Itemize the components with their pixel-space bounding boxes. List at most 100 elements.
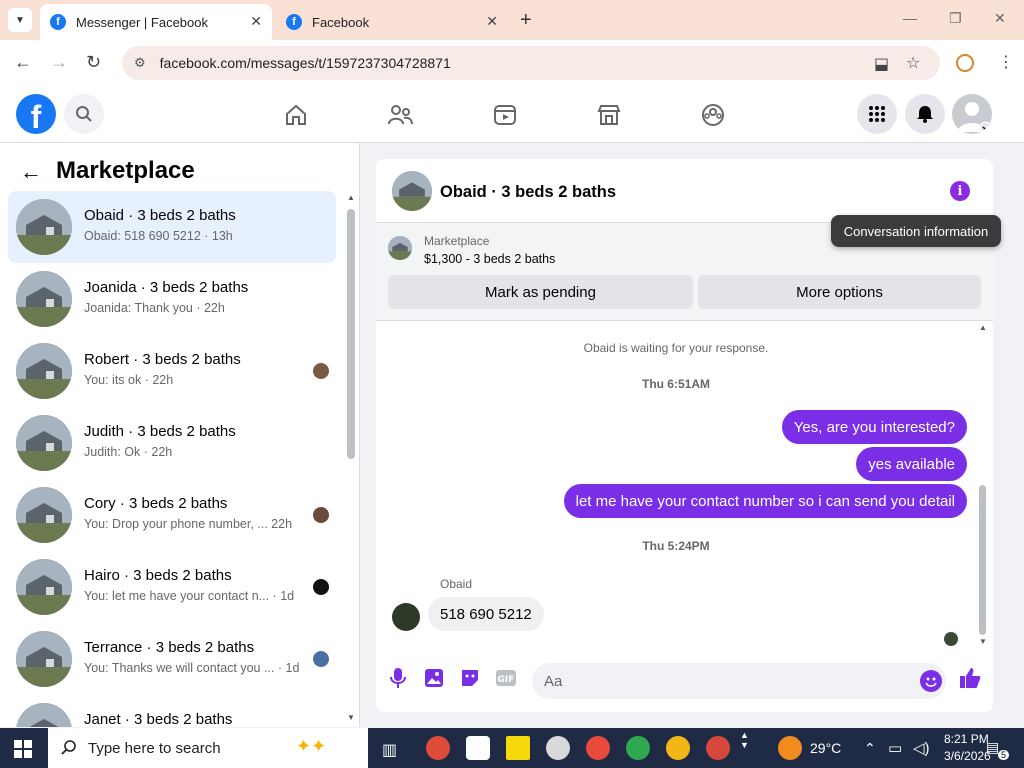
window-close-icon[interactable]: ✕ bbox=[994, 10, 1006, 27]
search-icon[interactable] bbox=[64, 94, 104, 134]
message-composer: GIF Aa bbox=[376, 654, 993, 712]
mark-as-pending-button[interactable]: Mark as pending bbox=[388, 275, 693, 309]
chrome-profile-app-icon[interactable] bbox=[586, 736, 610, 760]
minimize-icon[interactable]: — bbox=[903, 10, 917, 26]
home-icon[interactable] bbox=[281, 100, 311, 130]
taskbar-search-box[interactable]: Type here to search ✦✦ bbox=[48, 728, 368, 768]
conversation-preview: Joanida: Thank you · 22h bbox=[84, 301, 225, 315]
conversation-item-hairo[interactable]: Hairo · 3 beds 2 baths You: let me have … bbox=[8, 551, 336, 623]
hidden-icons-chevron-icon[interactable]: ⌃ bbox=[864, 740, 876, 757]
chat-title[interactable]: Obaid · 3 beds 2 baths bbox=[440, 183, 616, 202]
browser-profile-icon[interactable] bbox=[956, 54, 974, 72]
menu-grid-icon[interactable] bbox=[857, 94, 897, 134]
outgoing-message[interactable]: let me have your contact number so i can… bbox=[563, 484, 967, 518]
chat-scrollbar[interactable] bbox=[979, 485, 986, 635]
network-icon[interactable]: ▭ bbox=[888, 739, 902, 757]
clock-time[interactable]: 8:21 PM bbox=[944, 732, 989, 746]
notifications-bell-icon[interactable] bbox=[905, 94, 945, 134]
outgoing-message[interactable]: yes available bbox=[856, 447, 967, 481]
pane-title: Marketplace bbox=[56, 157, 195, 184]
conversation-item-cory[interactable]: Cory · 3 beds 2 baths You: Drop your pho… bbox=[8, 479, 336, 551]
conversation-name: Joanida · 3 beds 2 baths bbox=[84, 279, 249, 296]
close-icon[interactable]: ✕ bbox=[250, 13, 262, 30]
task-view-icon[interactable]: ▥ bbox=[382, 740, 397, 760]
tab-messenger[interactable]: f Messenger | Facebook ✕ bbox=[40, 4, 272, 40]
address-bar[interactable]: ⚙ facebook.com/messages/t/15972373047288… bbox=[122, 46, 940, 80]
sticker-icon[interactable] bbox=[458, 666, 482, 690]
weather-temperature[interactable]: 29°C bbox=[810, 740, 841, 756]
more-options-button[interactable]: More options bbox=[698, 275, 981, 309]
emoji-icon[interactable] bbox=[920, 670, 942, 692]
windows-taskbar: Type here to search ✦✦ ▥ ▲ ▼ 29°C ⌃ ▭ ◁) … bbox=[0, 728, 1024, 768]
volume-icon[interactable]: ◁) bbox=[913, 739, 930, 757]
back-icon[interactable]: ← bbox=[14, 52, 32, 73]
listing-thumbnail bbox=[16, 703, 72, 727]
photo-icon[interactable] bbox=[422, 666, 446, 690]
scroll-up-arrow-icon[interactable]: ▲ bbox=[979, 323, 987, 332]
chrome-profile-app-icon[interactable] bbox=[626, 736, 650, 760]
conversation-scrollbar[interactable] bbox=[347, 209, 355, 459]
info-icon[interactable]: i bbox=[950, 181, 970, 201]
conversation-item-obaid[interactable]: Obaid · 3 beds 2 baths Obaid: 518 690 52… bbox=[8, 191, 336, 263]
new-tab-button[interactable]: + bbox=[520, 10, 532, 30]
read-receipt-avatar bbox=[944, 632, 958, 646]
browser-menu-icon[interactable]: ⋮ bbox=[998, 52, 1014, 72]
conversation-item-judith[interactable]: Judith · 3 beds 2 baths Judith: Ok · 22h bbox=[8, 407, 336, 479]
forward-icon[interactable]: → bbox=[50, 52, 68, 73]
chrome-profile-app-icon[interactable] bbox=[666, 736, 690, 760]
listing-thumbnail bbox=[16, 487, 72, 543]
conversation-preview: You: its ok · 22h bbox=[84, 373, 174, 387]
conversation-name: Terrance · 3 beds 2 baths bbox=[84, 639, 255, 656]
chrome-app-icon[interactable] bbox=[426, 736, 450, 760]
account-avatar[interactable] bbox=[952, 94, 992, 134]
reload-icon[interactable]: ↻ bbox=[86, 52, 101, 73]
taskbar-overflow-icon[interactable]: ▲ ▼ bbox=[740, 730, 749, 750]
conversation-item-robert[interactable]: Robert · 3 beds 2 baths You: its ok · 22… bbox=[8, 335, 336, 407]
close-icon[interactable]: ✕ bbox=[486, 13, 498, 30]
listing-price-title[interactable]: $1,300 - 3 beds 2 baths bbox=[424, 252, 555, 266]
timestamp-divider: Thu 6:51AM bbox=[641, 377, 710, 391]
sticky-notes-app-icon[interactable] bbox=[506, 736, 530, 760]
windows-start-icon[interactable] bbox=[14, 740, 32, 758]
friends-icon[interactable] bbox=[385, 100, 415, 130]
conversation-name: Cory · 3 beds 2 baths bbox=[84, 495, 228, 512]
marketplace-icon[interactable] bbox=[594, 100, 624, 130]
like-thumb-icon[interactable] bbox=[958, 666, 982, 690]
incoming-message[interactable]: 518 690 5212 bbox=[428, 597, 544, 631]
url-text: facebook.com/messages/t/1597237304728871 bbox=[159, 55, 451, 71]
outgoing-message[interactable]: Yes, are you interested? bbox=[781, 410, 967, 444]
browser-toolbar: ← → ↻ ⚙ facebook.com/messages/t/15972373… bbox=[0, 40, 1024, 86]
listing-thumbnail bbox=[16, 271, 72, 327]
install-app-icon[interactable]: ⬓ bbox=[874, 54, 889, 74]
groups-icon[interactable] bbox=[698, 100, 728, 130]
sender-avatar[interactable] bbox=[392, 603, 420, 631]
facebook-logo-icon[interactable]: f bbox=[16, 94, 56, 134]
facebook-favicon-icon: f bbox=[286, 14, 302, 30]
snipping-tool-app-icon[interactable] bbox=[546, 736, 570, 760]
tab-facebook[interactable]: f Facebook ✕ bbox=[276, 4, 508, 40]
conversation-name: Janet · 3 beds 2 baths bbox=[84, 711, 233, 727]
chrome-profile-app-icon[interactable] bbox=[706, 736, 730, 760]
microphone-icon[interactable] bbox=[386, 666, 410, 690]
conversation-item-janet[interactable]: Janet · 3 beds 2 baths bbox=[8, 695, 336, 727]
clock-date[interactable]: 3/6/2026 bbox=[944, 749, 991, 763]
conversation-item-terrance[interactable]: Terrance · 3 beds 2 baths You: Thanks we… bbox=[8, 623, 336, 695]
chat-header: Obaid · 3 beds 2 baths i bbox=[376, 159, 993, 223]
seen-avatar bbox=[313, 579, 329, 595]
tab-search-button[interactable]: ▼ bbox=[8, 8, 32, 32]
capcut-app-icon[interactable] bbox=[466, 736, 490, 760]
bookmark-star-icon[interactable]: ☆ bbox=[906, 53, 920, 73]
scroll-down-arrow-icon[interactable]: ▼ bbox=[347, 713, 355, 722]
gif-icon[interactable]: GIF bbox=[494, 666, 518, 690]
back-arrow-icon[interactable]: ← bbox=[20, 159, 42, 185]
message-input[interactable]: Aa bbox=[532, 663, 946, 699]
scroll-down-arrow-icon[interactable]: ▼ bbox=[979, 637, 987, 646]
search-icon bbox=[61, 740, 76, 755]
scroll-up-arrow-icon[interactable]: ▲ bbox=[347, 193, 355, 202]
video-icon[interactable] bbox=[490, 100, 520, 130]
restore-icon[interactable]: ❐ bbox=[949, 10, 962, 27]
conversation-name: Robert · 3 beds 2 baths bbox=[84, 351, 241, 368]
listing-thumbnail[interactable] bbox=[392, 171, 432, 211]
site-info-icon[interactable]: ⚙ bbox=[134, 55, 146, 71]
conversation-item-joanida[interactable]: Joanida · 3 beds 2 baths Joanida: Thank … bbox=[8, 263, 336, 335]
